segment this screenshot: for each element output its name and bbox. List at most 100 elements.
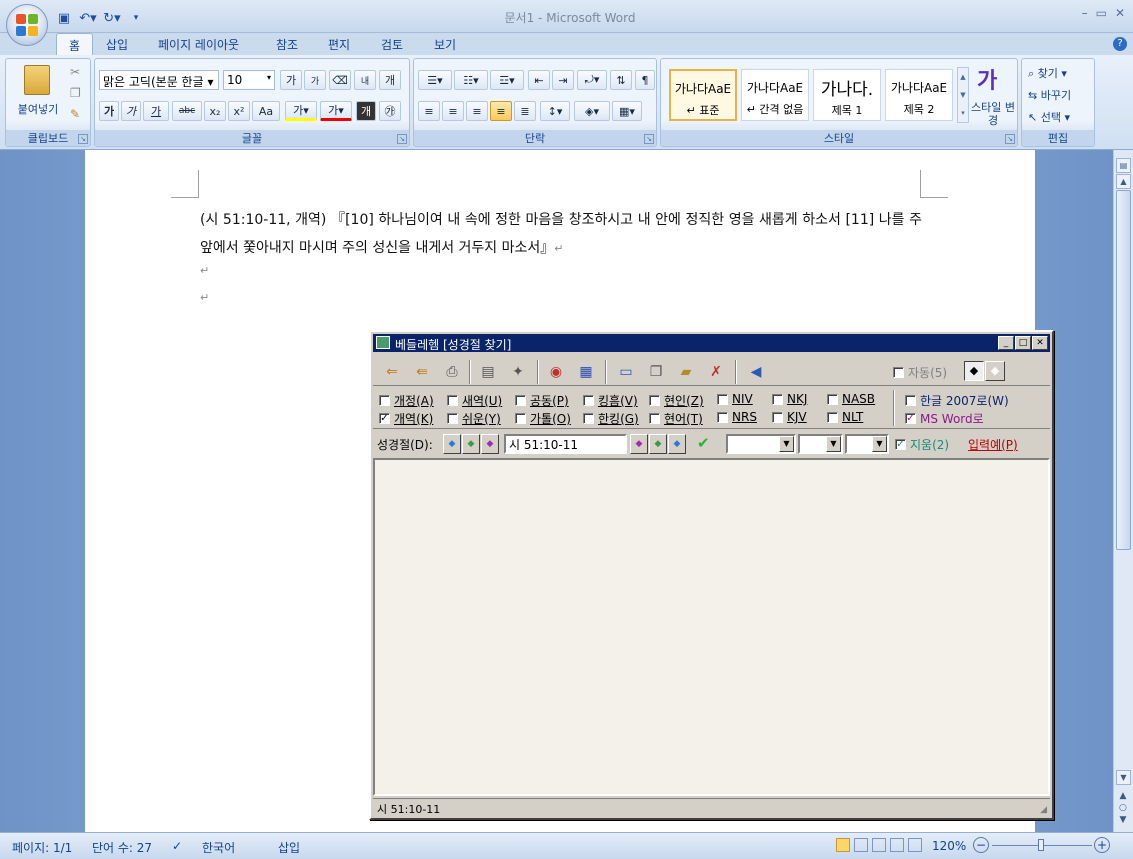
restore-button[interactable]: ▭ bbox=[1096, 6, 1107, 20]
outline-icon[interactable] bbox=[890, 838, 904, 852]
decrease-indent-button[interactable]: ⇤ bbox=[528, 70, 550, 90]
auto-checkbox[interactable]: 자동(5) bbox=[893, 364, 947, 381]
version-checkbox[interactable]: 새역(U) bbox=[447, 392, 502, 409]
version-checkbox[interactable]: 현인(Z) bbox=[649, 392, 704, 409]
text-direction-button[interactable]: ⤾▾ bbox=[577, 70, 607, 90]
char-border-button[interactable]: 개 bbox=[379, 70, 401, 90]
scroll-down-icon[interactable]: ▼ bbox=[1116, 770, 1131, 785]
increase-indent-button[interactable]: ⇥ bbox=[552, 70, 574, 90]
verse-select[interactable]: ▼ bbox=[845, 434, 889, 454]
proofing-icon[interactable]: ✓ bbox=[172, 839, 182, 853]
next-book-icon[interactable]: ◆ bbox=[668, 434, 686, 454]
document-text[interactable]: (시 51:10-11, 개역) 『[10] 하나님이여 내 속에 정한 마음을… bbox=[200, 206, 922, 263]
version-checkbox[interactable]: 한킹(G) bbox=[583, 410, 639, 427]
insert-mode[interactable]: 삽입 bbox=[278, 839, 300, 856]
version-checkbox[interactable]: 가톨(O) bbox=[515, 410, 571, 427]
superscript-button[interactable]: x² bbox=[228, 101, 250, 121]
align-center-button[interactable]: ≡ bbox=[442, 101, 464, 121]
version-checkbox[interactable]: 킹흠(V) bbox=[583, 392, 638, 409]
version-checkbox[interactable]: NLT bbox=[827, 410, 863, 424]
font-name-combo[interactable]: 맑은 고딕(본문 한글 ▾ bbox=[99, 70, 219, 90]
next-chapter-icon[interactable]: ◆ bbox=[649, 434, 667, 454]
scroll-thumb[interactable] bbox=[1116, 190, 1131, 550]
diamond-black-button[interactable]: ◆ bbox=[964, 361, 984, 381]
example-link[interactable]: 입력예(P) bbox=[968, 436, 1018, 453]
version-checkbox[interactable]: KJV bbox=[772, 410, 807, 424]
shrink-font-button[interactable]: 가 bbox=[304, 70, 326, 90]
tab-mailings[interactable]: 편지 bbox=[328, 36, 350, 53]
change-styles-icon[interactable]: 가 bbox=[977, 63, 997, 95]
undo-icon[interactable]: ↶▾ bbox=[78, 9, 98, 27]
italic-button[interactable]: 가 bbox=[121, 101, 141, 121]
prev-book-icon[interactable]: ◆ bbox=[443, 434, 461, 454]
strikethrough-button[interactable]: abc bbox=[172, 101, 202, 121]
copy-text-icon[interactable]: ✦ bbox=[507, 361, 529, 383]
redo-icon[interactable]: ↻▾ bbox=[102, 9, 122, 27]
distribute-button[interactable]: ≣ bbox=[514, 101, 536, 121]
dialog-close-button[interactable]: ✕ bbox=[1032, 336, 1048, 350]
underline-button[interactable]: 가 bbox=[143, 101, 169, 121]
save-icon[interactable]: ▣ bbox=[54, 9, 74, 27]
tab-review[interactable]: 검토 bbox=[381, 36, 403, 53]
clipboard-launcher-icon[interactable]: ↘ bbox=[78, 134, 88, 144]
version-checkbox[interactable]: NKJ bbox=[772, 392, 807, 406]
version-checkbox[interactable]: 개정(A) bbox=[379, 392, 434, 409]
shading-button[interactable]: ◈▾ bbox=[574, 101, 610, 121]
version-checkbox[interactable]: NASB bbox=[827, 392, 875, 406]
change-styles-button[interactable]: 스타일 변경 bbox=[971, 101, 1015, 127]
phonetic-button[interactable]: 내 bbox=[354, 70, 376, 90]
verse-input[interactable] bbox=[504, 434, 627, 454]
copy-icon[interactable]: ❐ bbox=[70, 86, 81, 100]
book-select[interactable]: ▼ bbox=[726, 434, 796, 454]
word-doc-icon[interactable]: ▦ bbox=[575, 361, 597, 383]
ruler-toggle-icon[interactable]: ▤ bbox=[1116, 158, 1131, 173]
paragraph-launcher-icon[interactable]: ↘ bbox=[644, 134, 654, 144]
version-checkbox[interactable]: ✓ 개역(K) bbox=[379, 410, 433, 427]
close-button[interactable]: ✕ bbox=[1115, 6, 1125, 20]
paste-clip-icon[interactable]: ❐ bbox=[645, 361, 667, 383]
version-checkbox[interactable]: 현어(T) bbox=[649, 410, 703, 427]
version-checkbox[interactable]: 쉬운(Y) bbox=[447, 410, 501, 427]
version-checkbox[interactable]: NIV bbox=[717, 392, 753, 406]
scroll-up-icon[interactable]: ▲ bbox=[1116, 174, 1131, 189]
erase-checkbox[interactable]: ✓ 지움(2) bbox=[895, 436, 949, 453]
align-right-button[interactable]: ≡ bbox=[466, 101, 488, 121]
language[interactable]: 한국어 bbox=[202, 839, 235, 856]
multilevel-button[interactable]: ☲▾ bbox=[490, 70, 524, 90]
format-painter-icon[interactable]: ✎ bbox=[70, 107, 80, 121]
back-arrow-icon[interactable]: ◀ bbox=[745, 361, 767, 383]
folder-icon[interactable]: ▰ bbox=[675, 361, 697, 383]
style-heading-1[interactable]: 가나다. 제목 1 bbox=[813, 69, 881, 121]
clear-icon[interactable]: ✗ bbox=[705, 361, 727, 383]
resize-grip-icon[interactable]: ◢ bbox=[1040, 805, 1047, 815]
dialog-minimize-button[interactable]: _ bbox=[998, 336, 1014, 350]
version-checkbox[interactable]: 공동(P) bbox=[515, 392, 569, 409]
chapter-select[interactable]: ▼ bbox=[798, 434, 843, 454]
tab-insert[interactable]: 삽입 bbox=[106, 36, 128, 53]
page-count[interactable]: 페이지: 1/1 bbox=[12, 839, 72, 856]
verse-result-pane[interactable] bbox=[373, 458, 1050, 796]
grow-font-button[interactable]: 가 bbox=[280, 70, 302, 90]
line-spacing-button[interactable]: ↕▾ bbox=[540, 101, 570, 121]
char-shading-button[interactable]: 개 bbox=[356, 101, 376, 121]
tab-references[interactable]: 참조 bbox=[276, 36, 298, 53]
styles-scroll[interactable]: ▲ ▼ ▾ bbox=[957, 67, 969, 123]
style-normal[interactable]: 가나다AaE ↵ 표준 bbox=[669, 69, 737, 121]
dialog-maximize-button[interactable]: □ bbox=[1015, 336, 1031, 350]
print-layout-icon[interactable] bbox=[836, 838, 850, 852]
tab-home[interactable]: 홈 bbox=[56, 33, 94, 55]
full-screen-icon[interactable] bbox=[854, 838, 868, 852]
hangul2007-checkbox[interactable]: 한글 2007로(W) bbox=[905, 392, 1009, 409]
vertical-scrollbar[interactable]: ▤ ▲ ▼ ▲ ○ ▼ bbox=[1113, 150, 1133, 832]
highlight-color-button[interactable]: 가▾ bbox=[285, 101, 317, 121]
insert-icon[interactable]: ⇐ bbox=[381, 361, 403, 383]
change-case-button[interactable]: Aa bbox=[252, 101, 280, 121]
numbering-button[interactable]: ☷▾ bbox=[454, 70, 488, 90]
hangul-icon[interactable]: ▤ bbox=[477, 361, 499, 383]
subscript-button[interactable]: x₂ bbox=[204, 101, 226, 121]
prev-verse-icon[interactable]: ◆ bbox=[481, 434, 499, 454]
paste-button[interactable]: 붙여넣기 bbox=[10, 101, 66, 117]
show-marks-button[interactable]: ¶ bbox=[635, 70, 655, 90]
replace-button[interactable]: ⇆ 바꾸기 bbox=[1028, 87, 1071, 103]
draft-icon[interactable] bbox=[908, 838, 922, 852]
